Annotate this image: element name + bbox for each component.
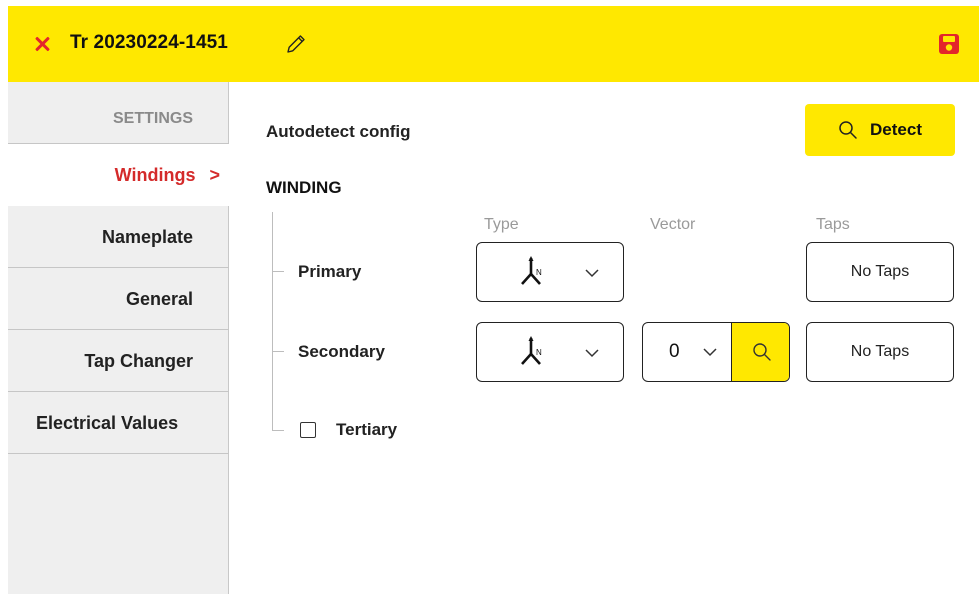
sidebar-item-electrical-values[interactable]: Electrical Values bbox=[8, 392, 229, 454]
tertiary-checkbox[interactable] bbox=[300, 422, 316, 438]
chevron-down-icon bbox=[585, 349, 599, 358]
vector-search-button[interactable] bbox=[731, 323, 789, 381]
winding-label-tertiary: Tertiary bbox=[336, 420, 398, 439]
column-header-vector: Vector bbox=[650, 216, 696, 233]
winding-heading: WINDING bbox=[266, 178, 342, 197]
wye-neutral-icon: N bbox=[521, 336, 542, 365]
chevron-right-icon: > bbox=[209, 165, 220, 185]
secondary-vector-group: 0 bbox=[642, 322, 790, 382]
sidebar-item-nameplate[interactable]: Nameplate bbox=[8, 206, 229, 268]
column-header-taps: Taps bbox=[816, 216, 850, 233]
detect-button[interactable]: Detect bbox=[805, 104, 955, 156]
transformer-title: Tr 20230224-1451 bbox=[70, 32, 228, 53]
column-header-type: Type bbox=[484, 216, 519, 233]
close-icon[interactable] bbox=[32, 34, 52, 54]
tree-branch bbox=[272, 430, 284, 431]
sidebar-item-label: Windings bbox=[114, 165, 196, 185]
sidebar-item-label: Tap Changer bbox=[84, 351, 193, 371]
winding-label-secondary: Secondary bbox=[298, 342, 385, 361]
autodetect-label: Autodetect config bbox=[266, 122, 411, 141]
sidebar-section-label: SETTINGS bbox=[8, 82, 229, 144]
tree-branch bbox=[272, 351, 284, 352]
svg-text:N: N bbox=[536, 348, 542, 357]
sidebar-item-label: Electrical Values bbox=[36, 413, 179, 433]
tree-branch bbox=[272, 271, 284, 272]
sidebar-item-general[interactable]: General bbox=[8, 268, 229, 330]
primary-taps-select[interactable]: No Taps bbox=[806, 242, 954, 302]
winding-label-primary: Primary bbox=[298, 262, 362, 281]
settings-sidebar: SETTINGS Windings > Nameplate General Tap… bbox=[8, 82, 230, 594]
pencil-icon[interactable] bbox=[284, 32, 308, 56]
sidebar-item-tap-changer[interactable]: Tap Changer bbox=[8, 330, 229, 392]
secondary-type-select[interactable]: N bbox=[476, 322, 624, 382]
detect-button-label: Detect bbox=[870, 120, 922, 139]
tree-connector bbox=[272, 212, 273, 430]
secondary-taps-select[interactable]: No Taps bbox=[806, 322, 954, 382]
top-bar: Tr 20230224-1451 bbox=[8, 6, 979, 82]
wye-neutral-icon: N bbox=[521, 256, 542, 285]
chevron-down-icon bbox=[585, 269, 599, 278]
primary-type-select[interactable]: N bbox=[476, 242, 624, 302]
vector-value: 0 bbox=[669, 341, 680, 362]
search-icon bbox=[839, 121, 857, 139]
secondary-vector-select[interactable]: 0 bbox=[643, 323, 731, 381]
chevron-down-icon bbox=[703, 348, 717, 357]
sidebar-item-label: Nameplate bbox=[101, 227, 193, 247]
windings-panel: Autodetect config Detect WINDING Type Ve… bbox=[230, 82, 979, 594]
search-icon bbox=[752, 343, 771, 361]
svg-text:N: N bbox=[536, 268, 542, 277]
sidebar-item-windings[interactable]: Windings > bbox=[8, 144, 230, 206]
sidebar-item-label: General bbox=[125, 289, 193, 309]
save-icon[interactable] bbox=[938, 33, 960, 55]
